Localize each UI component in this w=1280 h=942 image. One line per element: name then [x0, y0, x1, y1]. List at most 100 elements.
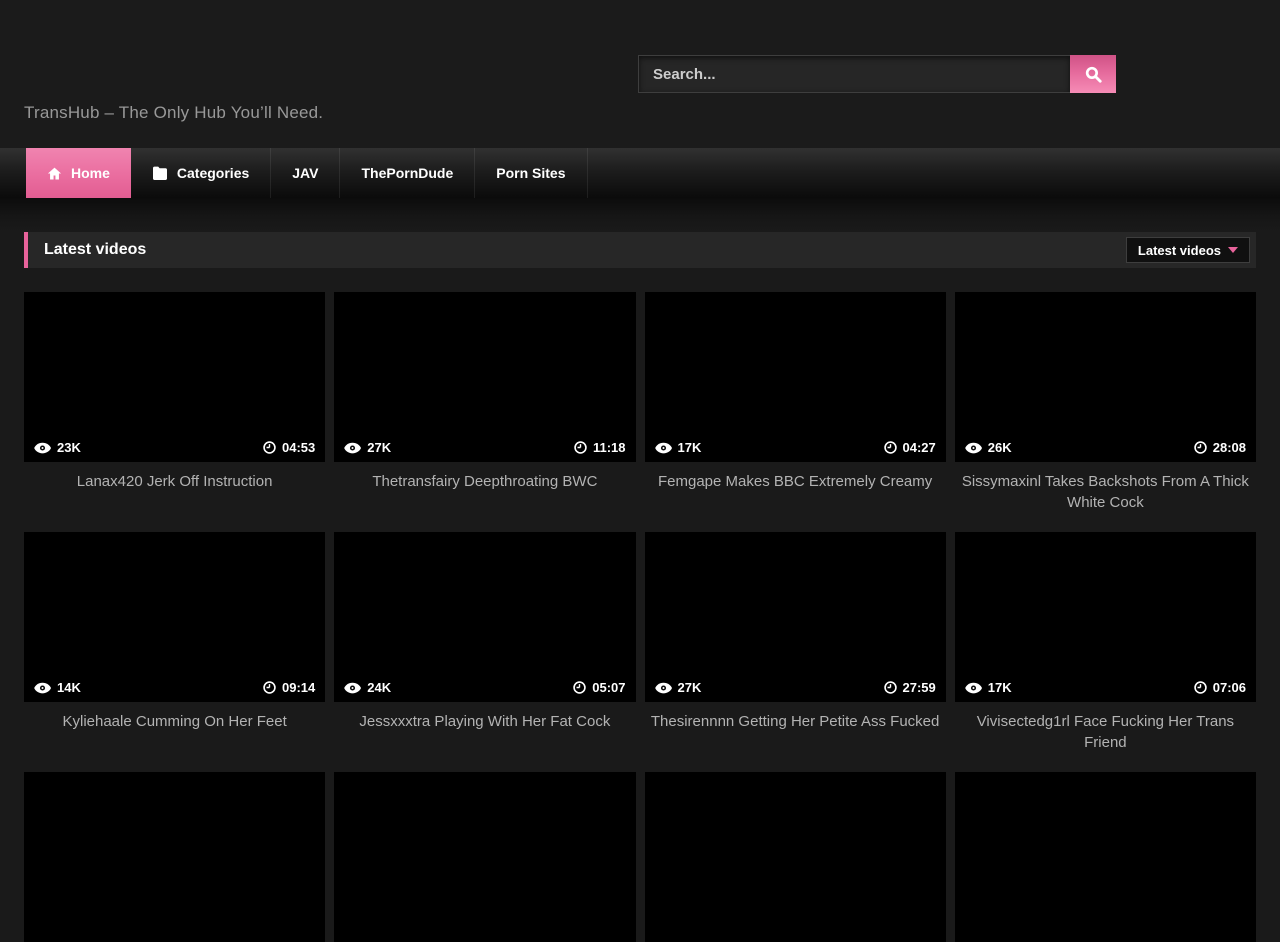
video-meta: 27K 27:59	[645, 674, 946, 702]
clock-icon	[884, 441, 897, 454]
duration-value: 04:27	[903, 440, 936, 455]
video-title[interactable]: Kyliehaale Cumming On Her Feet	[24, 702, 325, 762]
duration-value: 05:07	[592, 680, 625, 695]
video-thumbnail[interactable]: 14K 09:14	[24, 532, 325, 702]
video-thumbnail[interactable]: 26K 28:08	[955, 292, 1256, 462]
video-duration: 07:06	[1194, 680, 1246, 695]
clock-icon	[1194, 441, 1207, 454]
eye-icon	[344, 682, 361, 694]
video-card: 27K 27:59 Thesirennnn Getting Her Petite…	[645, 532, 946, 762]
video-thumbnail[interactable]: 24K 05:07	[334, 532, 635, 702]
clock-icon	[1194, 681, 1207, 694]
video-title[interactable]: Thetransfairy Deepthroating BWC	[334, 462, 635, 522]
views-count: 23K	[57, 440, 81, 455]
nav-item-label: Home	[71, 165, 110, 181]
video-meta: 27K 11:18	[334, 434, 635, 462]
video-meta: 14K 09:14	[24, 674, 325, 702]
home-icon	[47, 166, 62, 181]
views-count: 26K	[988, 440, 1012, 455]
nav-item-categories[interactable]: Categories	[131, 148, 271, 198]
video-title[interactable]: Thesirennnn Getting Her Petite Ass Fucke…	[645, 702, 946, 762]
video-views: 23K	[34, 440, 81, 455]
video-card: 17K 07:06 Vivisectedg1rl Face Fucking He…	[955, 532, 1256, 762]
video-meta: 24K 05:07	[334, 674, 635, 702]
video-thumbnail[interactable]: 23K 04:53	[24, 292, 325, 462]
video-card	[24, 772, 325, 942]
video-views: 14K	[34, 680, 81, 695]
video-meta: 23K 04:53	[24, 434, 325, 462]
video-thumbnail[interactable]: 27K 11:18	[334, 292, 635, 462]
video-thumbnail[interactable]	[955, 772, 1256, 942]
video-card: 26K 28:08 Sissymaxinl Takes Backshots Fr…	[955, 292, 1256, 522]
video-thumbnail[interactable]	[24, 772, 325, 942]
video-title[interactable]: Lanax420 Jerk Off Instruction	[24, 462, 325, 522]
caret-down-icon	[1228, 247, 1238, 253]
nav-item-label: ThePornDude	[361, 165, 453, 181]
video-duration: 09:14	[263, 680, 315, 695]
video-title[interactable]: Sissymaxinl Takes Backshots From A Thick…	[955, 462, 1256, 522]
search-icon	[1084, 65, 1103, 84]
clock-icon	[263, 441, 276, 454]
video-card: 14K 09:14 Kyliehaale Cumming On Her Feet	[24, 532, 325, 762]
search-input[interactable]	[638, 55, 1070, 93]
video-views: 27K	[655, 680, 702, 695]
video-card: 23K 04:53 Lanax420 Jerk Off Instruction	[24, 292, 325, 522]
eye-icon	[655, 682, 672, 694]
views-count: 17K	[678, 440, 702, 455]
nav-item-porn-sites[interactable]: Porn Sites	[475, 148, 587, 198]
clock-icon	[884, 681, 897, 694]
site-tagline: TransHub – The Only Hub You’ll Need.	[24, 103, 323, 123]
views-count: 27K	[367, 440, 391, 455]
video-card	[334, 772, 635, 942]
video-duration: 11:18	[574, 440, 626, 455]
video-thumbnail[interactable]	[334, 772, 635, 942]
video-duration: 28:08	[1194, 440, 1246, 455]
video-views: 26K	[965, 440, 1012, 455]
video-duration: 04:53	[263, 440, 315, 455]
duration-value: 27:59	[903, 680, 936, 695]
duration-value: 28:08	[1213, 440, 1246, 455]
video-duration: 05:07	[573, 680, 625, 695]
video-thumbnail[interactable]: 17K 04:27	[645, 292, 946, 462]
clock-icon	[574, 441, 587, 454]
video-meta: 26K 28:08	[955, 434, 1256, 462]
video-title[interactable]: Vivisectedg1rl Face Fucking Her Trans Fr…	[955, 702, 1256, 762]
duration-value: 11:18	[593, 440, 626, 455]
video-thumbnail[interactable]: 27K 27:59	[645, 532, 946, 702]
views-count: 14K	[57, 680, 81, 695]
nav-item-label: JAV	[292, 165, 318, 181]
video-duration: 04:27	[884, 440, 936, 455]
video-card: 17K 04:27 Femgape Makes BBC Extremely Cr…	[645, 292, 946, 522]
eye-icon	[34, 682, 51, 694]
video-title[interactable]: Femgape Makes BBC Extremely Creamy	[645, 462, 946, 522]
video-meta: 17K 04:27	[645, 434, 946, 462]
nav-item-label: Categories	[177, 165, 249, 181]
video-views: 17K	[655, 440, 702, 455]
video-views: 27K	[344, 440, 391, 455]
sort-dropdown[interactable]: Latest videos	[1126, 237, 1250, 263]
video-grid: 23K 04:53 Lanax420 Jerk Off Instruction	[24, 292, 1256, 942]
duration-value: 07:06	[1213, 680, 1246, 695]
video-card	[955, 772, 1256, 942]
folder-icon	[152, 166, 168, 180]
video-views: 24K	[344, 680, 391, 695]
video-duration: 27:59	[884, 680, 936, 695]
video-card	[645, 772, 946, 942]
views-count: 17K	[988, 680, 1012, 695]
video-title[interactable]: Jessxxxtra Playing With Her Fat Cock	[334, 702, 635, 762]
nav-item-home[interactable]: Home	[26, 148, 131, 198]
eye-icon	[965, 682, 982, 694]
section-header: Latest videos Latest videos	[24, 232, 1256, 268]
clock-icon	[573, 681, 586, 694]
eye-icon	[655, 442, 672, 454]
duration-value: 09:14	[282, 680, 315, 695]
nav-item-theporndude[interactable]: ThePornDude	[340, 148, 475, 198]
video-card: 24K 05:07 Jessxxxtra Playing With Her Fa…	[334, 532, 635, 762]
header: TransHub – The Only Hub You’ll Need.	[0, 0, 1280, 148]
nav-item-jav[interactable]: JAV	[271, 148, 340, 198]
search-button[interactable]	[1070, 55, 1116, 93]
video-thumbnail[interactable]: 17K 07:06	[955, 532, 1256, 702]
video-thumbnail[interactable]	[645, 772, 946, 942]
video-meta: 17K 07:06	[955, 674, 1256, 702]
section-title: Latest videos	[44, 241, 146, 259]
